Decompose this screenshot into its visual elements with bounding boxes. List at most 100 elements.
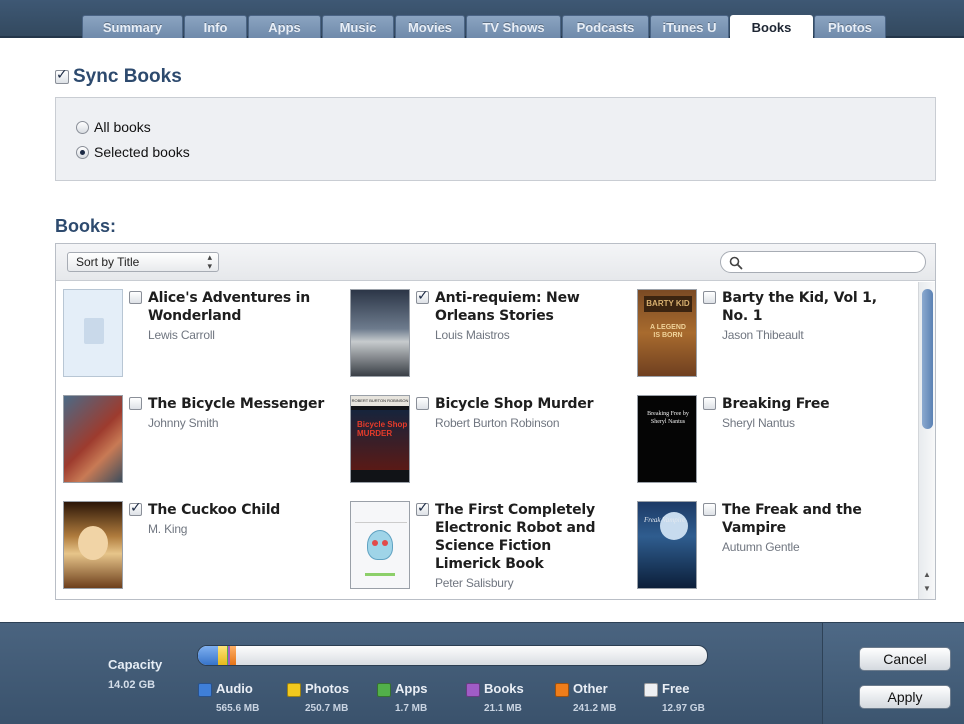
book-item[interactable]: Breaking Free by Sheryl Nantus Breaking …: [630, 388, 915, 488]
selected-books-label[interactable]: Selected books: [94, 144, 190, 160]
book-title: The First Completely Electronic Robot an…: [435, 502, 596, 572]
book-cover: [63, 501, 123, 589]
book-author: Peter Salisbury: [435, 576, 514, 590]
sync-books-checkbox[interactable]: [55, 67, 69, 84]
book-item[interactable]: The Bicycle Messenger Johnny Smith: [56, 388, 341, 488]
all-books-option[interactable]: All books: [76, 119, 151, 135]
book-checkbox[interactable]: [703, 503, 716, 516]
robot-eye: [372, 540, 378, 546]
cover-title: Freak Vampire: [644, 516, 686, 524]
book-title: Bicycle Shop Murder: [435, 396, 594, 412]
robot-eye: [382, 540, 388, 546]
tab-books[interactable]: Books: [730, 15, 813, 40]
book-cover: [350, 289, 410, 377]
book-cover: [63, 395, 123, 483]
scroll-down-arrow-icon[interactable]: ▼: [919, 582, 935, 596]
book-item[interactable]: Freak Vampire The Freak and the Vampire …: [630, 494, 915, 594]
all-books-label[interactable]: All books: [94, 119, 151, 135]
book-checkbox[interactable]: [129, 500, 142, 516]
search-input[interactable]: [747, 254, 917, 270]
book-cover: BARTY KID A LEGEND IS BORN: [637, 289, 697, 377]
books-heading: Books:: [55, 216, 117, 236]
cover-title: Breaking Free by Sheryl Nantus: [647, 411, 689, 425]
book-title: The Freak and the Vampire: [722, 502, 862, 536]
book-checkbox[interactable]: [703, 291, 716, 304]
cover-art: [78, 526, 108, 560]
selected-books-option[interactable]: Selected books: [76, 144, 190, 160]
book-author: Robert Burton Robinson: [435, 416, 560, 430]
book-checkbox[interactable]: [416, 397, 429, 410]
tab-movies[interactable]: Movies: [395, 15, 465, 38]
legend-name: Audio: [216, 681, 253, 696]
cover-tagline: A LEGEND IS BORN: [650, 324, 686, 339]
action-panel: Cancel Apply: [822, 623, 964, 724]
scrollbar-thumb[interactable]: [922, 289, 933, 429]
tab-apps[interactable]: Apps: [248, 15, 321, 38]
apply-button[interactable]: Apply: [859, 685, 951, 709]
cancel-button[interactable]: Cancel: [859, 647, 951, 671]
book-checkbox[interactable]: [129, 291, 142, 304]
sort-select-label: Sort by Title: [76, 255, 140, 269]
capacity-footer: Capacity 14.02 GB Audio 565.6 MB Photos …: [0, 622, 964, 724]
tab-bar: Summary Info Apps Music Movies TV Shows …: [0, 0, 964, 40]
tab-music[interactable]: Music: [322, 15, 394, 38]
tab-tv-shows[interactable]: TV Shows: [466, 15, 561, 38]
legend-amount: 21.1 MB: [484, 703, 522, 714]
updown-arrows-icon: ▴ ▾: [207, 252, 212, 271]
book-item[interactable]: ROBERT BURTON ROBINSON Bicycle Shop MURD…: [343, 388, 628, 488]
book-title: The Cuckoo Child: [148, 502, 281, 518]
book-cover: Freak Vampire: [637, 501, 697, 589]
book-checkbox[interactable]: [129, 397, 142, 410]
tab-podcasts[interactable]: Podcasts: [562, 15, 649, 38]
book-placeholder-icon: [84, 318, 104, 344]
book-author: Johnny Smith: [148, 416, 219, 430]
selected-books-radio[interactable]: [76, 145, 89, 159]
sort-select[interactable]: Sort by Title ▴ ▾: [67, 252, 219, 272]
book-author: Lewis Carroll: [148, 328, 215, 342]
book-item[interactable]: The First Completely Electronic Robot an…: [343, 494, 628, 599]
tab-list: Summary Info Apps Music Movies TV Shows …: [82, 15, 886, 40]
tab-summary[interactable]: Summary: [82, 15, 183, 38]
legend-swatch: [555, 683, 569, 697]
book-item[interactable]: Anti-requiem: New Orleans Stories Louis …: [343, 282, 628, 382]
book-title: Anti-requiem: New Orleans Stories: [435, 290, 580, 324]
book-checkbox[interactable]: [416, 288, 429, 304]
tab-photos[interactable]: Photos: [814, 15, 886, 38]
book-item[interactable]: The Cuckoo Child M. King: [56, 494, 341, 594]
legend-amount: 250.7 MB: [305, 703, 349, 714]
legend-swatch: [644, 683, 658, 697]
book-item[interactable]: Alice's Adventures in Wonderland Lewis C…: [56, 282, 341, 382]
book-title: Alice's Adventures in Wonderland: [148, 290, 310, 324]
cover-text: [355, 505, 407, 523]
book-author: M. King: [148, 522, 188, 536]
capacity-total: 14.02 GB: [108, 679, 156, 691]
robot-illustration: [367, 530, 393, 560]
all-books-radio[interactable]: [76, 120, 89, 134]
book-checkbox[interactable]: [703, 397, 716, 410]
book-title: The Bicycle Messenger: [148, 396, 325, 412]
legend-amount: 12.97 GB: [662, 703, 705, 714]
books-scrollbar[interactable]: ▲ ▼: [918, 282, 935, 599]
cover-author: ROBERT BURTON ROBINSON: [351, 396, 409, 406]
capacity-segment-other: [230, 646, 236, 665]
capacity-label: Capacity: [108, 657, 163, 672]
legend-swatch: [198, 683, 212, 697]
scroll-up-arrow-icon[interactable]: ▲: [919, 568, 935, 582]
search-icon: [729, 256, 743, 270]
legend-name: Books: [484, 681, 524, 696]
book-cover: [350, 501, 410, 589]
search-box[interactable]: [720, 251, 926, 273]
sync-books-header: Sync Books: [55, 66, 182, 88]
sync-books-label[interactable]: Sync Books: [73, 66, 182, 88]
legend-amount: 565.6 MB: [216, 703, 260, 714]
legend-name: Free: [662, 681, 690, 696]
book-author: Sheryl Nantus: [722, 416, 795, 430]
capacity-segment-audio: [198, 646, 218, 665]
tab-info[interactable]: Info: [184, 15, 247, 38]
legend-name: Photos: [305, 681, 350, 696]
book-cover: Breaking Free by Sheryl Nantus: [637, 395, 697, 483]
book-item[interactable]: BARTY KID A LEGEND IS BORN Barty the Kid…: [630, 282, 915, 382]
book-cover: ROBERT BURTON ROBINSON Bicycle Shop MURD…: [350, 395, 410, 483]
tab-itunes-u[interactable]: iTunes U: [650, 15, 729, 38]
book-checkbox[interactable]: [416, 500, 429, 516]
